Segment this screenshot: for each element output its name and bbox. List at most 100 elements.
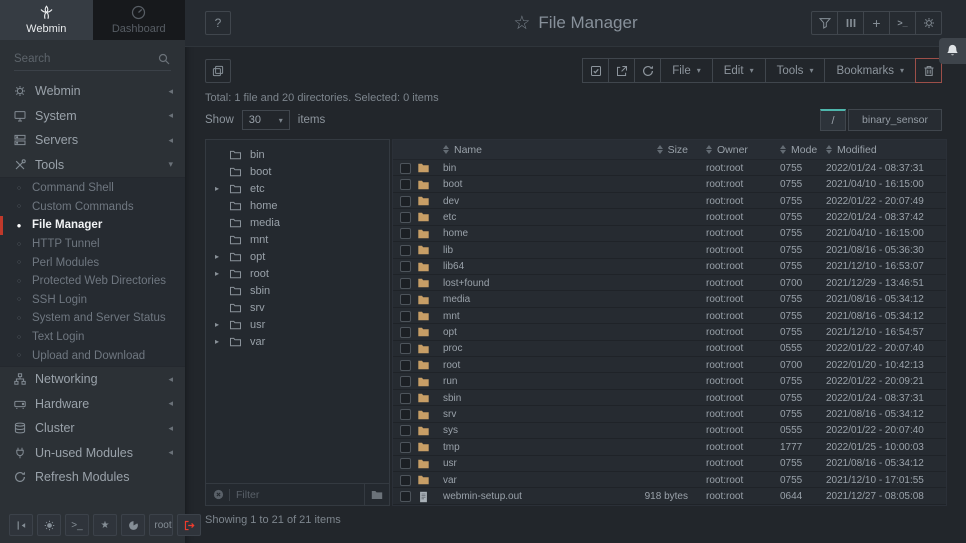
- sidebar-item-system[interactable]: System ◂: [0, 104, 185, 129]
- row-checkbox[interactable]: [400, 228, 411, 239]
- table-row[interactable]: srv root:root 0755 2021/08/16 - 05:34:12: [393, 406, 946, 422]
- file-name[interactable]: bin: [443, 163, 610, 174]
- usage-pie-button[interactable]: [121, 514, 145, 536]
- filter-button[interactable]: [811, 11, 838, 35]
- row-checkbox[interactable]: [400, 393, 411, 404]
- tree-item-label[interactable]: home: [250, 200, 278, 212]
- page-size-select[interactable]: 30 ▾: [242, 110, 290, 130]
- table-row[interactable]: opt root:root 0755 2021/12/10 - 16:54:57: [393, 324, 946, 340]
- row-checkbox[interactable]: [400, 245, 411, 256]
- notifications-bell-button[interactable]: [939, 38, 966, 64]
- row-checkbox[interactable]: [400, 475, 411, 486]
- table-row[interactable]: lost+found root:root 0700 2021/12/29 - 1…: [393, 275, 946, 291]
- table-row[interactable]: media root:root 0755 2021/08/16 - 05:34:…: [393, 291, 946, 307]
- tree-item[interactable]: ▸ mnt: [206, 231, 389, 248]
- row-checkbox[interactable]: [400, 261, 411, 272]
- breadcrumb-root-button[interactable]: /: [820, 109, 846, 131]
- row-checkbox[interactable]: [400, 409, 411, 420]
- add-button[interactable]: +: [863, 11, 890, 35]
- toolbar-menu[interactable]: Tools ▾: [765, 58, 826, 83]
- tree-item-label[interactable]: media: [250, 217, 280, 229]
- sidebar-subitem[interactable]: Perl Modules: [0, 253, 185, 272]
- column-header-modified[interactable]: Modified: [818, 144, 946, 156]
- table-row[interactable]: proc root:root 0555 2022/01/22 - 20:07:4…: [393, 341, 946, 357]
- tree-item-label[interactable]: sbin: [250, 285, 270, 297]
- tab-webmin[interactable]: Webmin: [0, 0, 93, 40]
- search-input[interactable]: [14, 50, 171, 71]
- help-button[interactable]: ?: [205, 11, 231, 35]
- sidebar-subitem[interactable]: Text Login: [0, 328, 185, 347]
- toolbar-menu[interactable]: Edit ▾: [712, 58, 766, 83]
- sidebar-subitem[interactable]: File Manager: [0, 216, 185, 235]
- table-row[interactable]: usr root:root 0755 2021/08/16 - 05:34:12: [393, 456, 946, 472]
- collapse-sidebar-button[interactable]: [9, 514, 33, 536]
- file-name[interactable]: var: [443, 475, 610, 486]
- tree-item-label[interactable]: var: [250, 336, 265, 348]
- table-row[interactable]: dev root:root 0755 2022/01/22 - 20:07:49: [393, 193, 946, 209]
- row-checkbox[interactable]: [400, 376, 411, 387]
- table-row[interactable]: bin root:root 0755 2022/01/24 - 08:37:31: [393, 160, 946, 176]
- row-checkbox[interactable]: [400, 196, 411, 207]
- sidebar-item-tools[interactable]: Tools ▾: [0, 153, 185, 178]
- terminal-button-header[interactable]: >_: [889, 11, 916, 35]
- tree-item[interactable]: ▸ bin: [206, 146, 389, 163]
- file-name[interactable]: lib64: [443, 261, 610, 272]
- tree-folder-button[interactable]: [364, 484, 389, 505]
- sidebar-subitem[interactable]: Custom Commands: [0, 198, 185, 217]
- file-name[interactable]: proc: [443, 343, 610, 354]
- file-name[interactable]: sbin: [443, 393, 610, 404]
- row-checkbox[interactable]: [400, 458, 411, 469]
- table-row[interactable]: root root:root 0700 2022/01/20 - 10:42:1…: [393, 357, 946, 373]
- tree-item[interactable]: ▸ opt: [206, 248, 389, 265]
- file-name[interactable]: boot: [443, 179, 610, 190]
- table-row[interactable]: mnt root:root 0755 2021/08/16 - 05:34:12: [393, 308, 946, 324]
- tree-item-label[interactable]: usr: [250, 319, 265, 331]
- table-row[interactable]: run root:root 0755 2022/01/22 - 20:09:21: [393, 373, 946, 389]
- table-row[interactable]: sys root:root 0555 2022/01/22 - 20:07:40: [393, 423, 946, 439]
- row-checkbox[interactable]: [400, 212, 411, 223]
- table-row[interactable]: boot root:root 0755 2021/04/10 - 16:15:0…: [393, 176, 946, 192]
- file-name[interactable]: webmin-setup.out: [443, 491, 610, 502]
- theme-toggle-button[interactable]: [37, 514, 61, 536]
- tree-item[interactable]: ▸ home: [206, 197, 389, 214]
- tree-item[interactable]: ▸ var: [206, 333, 389, 350]
- row-checkbox[interactable]: [400, 343, 411, 354]
- column-header-size[interactable]: Size: [610, 144, 694, 156]
- file-name[interactable]: root: [443, 360, 610, 371]
- row-checkbox[interactable]: [400, 163, 411, 174]
- expand-arrow-icon[interactable]: ▸: [215, 252, 225, 261]
- columns-button[interactable]: [837, 11, 864, 35]
- table-row[interactable]: lib root:root 0755 2021/08/16 - 05:36:30: [393, 242, 946, 258]
- breadcrumb-current-button[interactable]: binary_sensor: [848, 109, 942, 131]
- tree-item-label[interactable]: bin: [250, 149, 265, 161]
- tree-item[interactable]: ▸ sbin: [206, 282, 389, 299]
- file-name[interactable]: run: [443, 376, 610, 387]
- file-name[interactable]: opt: [443, 327, 610, 338]
- row-checkbox[interactable]: [400, 327, 411, 338]
- tree-item-label[interactable]: root: [250, 268, 269, 280]
- sidebar-item-unused-modules[interactable]: Un-used Modules ◂: [0, 440, 185, 465]
- user-button[interactable]: root: [149, 514, 173, 536]
- tree-item-label[interactable]: srv: [250, 302, 265, 314]
- tree-item[interactable]: ▸ srv: [206, 299, 389, 316]
- clear-filter-icon[interactable]: [213, 489, 224, 500]
- table-row[interactable]: home root:root 0755 2021/04/10 - 16:15:0…: [393, 226, 946, 242]
- column-header-mode[interactable]: Mode: [770, 144, 818, 156]
- tree-item-label[interactable]: boot: [250, 166, 271, 178]
- sidebar-item-webmin[interactable]: Webmin ◂: [0, 79, 185, 104]
- row-checkbox[interactable]: [400, 491, 411, 502]
- row-checkbox[interactable]: [400, 278, 411, 289]
- column-header-name[interactable]: Name: [443, 144, 610, 156]
- file-name[interactable]: lost+found: [443, 278, 610, 289]
- file-name[interactable]: sys: [443, 425, 610, 436]
- favorites-star-button[interactable]: ★: [93, 514, 117, 536]
- file-name[interactable]: tmp: [443, 442, 610, 453]
- file-name[interactable]: home: [443, 228, 610, 239]
- toolbar-menu[interactable]: Bookmarks ▾: [824, 58, 916, 83]
- sidebar-item-cluster[interactable]: Cluster ◂: [0, 416, 185, 441]
- table-row[interactable]: sbin root:root 0755 2022/01/24 - 08:37:3…: [393, 390, 946, 406]
- tree-item[interactable]: ▸ etc: [206, 180, 389, 197]
- file-name[interactable]: usr: [443, 458, 610, 469]
- tree-filter-input[interactable]: [236, 489, 364, 501]
- column-header-owner[interactable]: Owner: [694, 144, 770, 156]
